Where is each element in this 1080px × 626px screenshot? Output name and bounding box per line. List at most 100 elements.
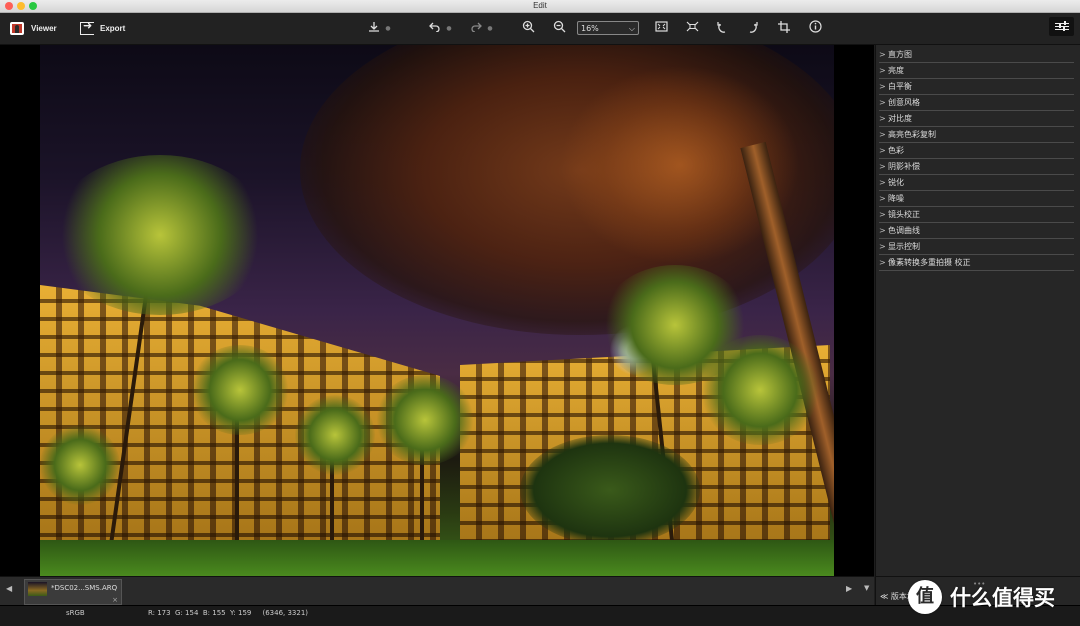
photo-preview[interactable] — [40, 45, 834, 576]
chevron-right-icon: > — [879, 114, 886, 123]
export-icon — [80, 19, 94, 35]
panel-section-label: 显示控制 — [888, 242, 920, 251]
panel-section-display-control[interactable]: > 显示控制 — [879, 239, 1074, 255]
chevron-right-icon: > — [879, 66, 886, 75]
panel-section-label: 亮度 — [888, 66, 904, 75]
watermark-logo-icon — [908, 580, 942, 614]
watermark: 什么值得买 — [908, 580, 1055, 614]
chevron-right-icon: > — [879, 98, 886, 107]
redo-button[interactable]: ● — [466, 13, 494, 44]
panel-section-highlight-color[interactable]: > 高亮色彩复制 — [879, 127, 1074, 143]
palm-fronds — [50, 155, 270, 315]
palm-fronds — [295, 395, 375, 475]
fit-screen-button[interactable] — [651, 13, 671, 44]
info-icon — [805, 20, 825, 37]
garden-bushes — [520, 435, 700, 545]
fit-screen-icon — [651, 21, 671, 36]
panel-section-pixel-shift[interactable]: > 像素转换多重拍摄 校正 — [879, 255, 1074, 271]
panel-section-contrast[interactable]: > 对比度 — [879, 111, 1074, 127]
panel-section-sharpness[interactable]: > 锐化 — [879, 175, 1074, 191]
chevron-right-icon: > — [879, 178, 886, 187]
info-button[interactable] — [805, 13, 825, 44]
actual-size-button[interactable] — [682, 13, 702, 44]
chevron-right-icon: > — [879, 130, 886, 139]
panel-section-label: 创意风格 — [888, 98, 920, 107]
palm-fronds — [40, 425, 120, 505]
panel-section-label: 镜头校正 — [888, 210, 920, 219]
palm-fronds — [375, 375, 475, 465]
rotate-right-button[interactable] — [743, 13, 763, 44]
chevron-right-icon: > — [879, 82, 886, 91]
viewer-app-icon — [10, 22, 24, 35]
rotate-left-icon — [712, 21, 732, 37]
panel-section-label: 色调曲线 — [888, 226, 920, 235]
thumbnail-image — [28, 582, 47, 596]
filmstrip-prev-icon[interactable]: ◀ — [6, 584, 12, 593]
panel-section-label: 像素转换多重拍摄 校正 — [888, 258, 971, 267]
panel-section-color[interactable]: > 色彩 — [879, 143, 1074, 159]
adjustments-panel-button[interactable] — [1049, 17, 1074, 36]
zoom-value: 16% — [581, 24, 599, 33]
chevron-right-icon: > — [879, 146, 886, 155]
zoom-out-button[interactable] — [549, 13, 569, 44]
chevron-right-icon: > — [879, 242, 886, 251]
panel-section-creative-style[interactable]: > 创意风格 — [879, 95, 1074, 111]
title-bar: Edit — [0, 0, 1080, 13]
zoom-out-icon — [549, 20, 569, 37]
filmstrip-next-icon[interactable]: ▶ — [846, 584, 852, 593]
chevron-right-icon: > — [879, 50, 886, 59]
chevron-right-icon: > — [879, 226, 886, 235]
undo-button[interactable]: ● — [425, 13, 453, 44]
lawn — [40, 540, 834, 576]
panel-section-label: 白平衡 — [888, 82, 912, 91]
panel-section-label: 降噪 — [888, 194, 904, 203]
actual-size-icon — [682, 21, 702, 36]
viewer-label: Viewer — [31, 24, 57, 33]
filmstrip: ◀ *DSC02...SMS.ARQ × ▶ ▼ — [0, 576, 874, 605]
zoom-in-icon — [518, 20, 538, 37]
close-icon[interactable]: × — [112, 596, 118, 604]
save-dropdown-icon[interactable]: ● — [384, 25, 392, 32]
zoom-select[interactable]: 16% ⌵ — [577, 21, 639, 35]
panel-section-lens-correction[interactable]: > 镜头校正 — [879, 207, 1074, 223]
filmstrip-thumbnail[interactable]: *DSC02...SMS.ARQ × — [24, 579, 122, 605]
crop-button[interactable] — [774, 13, 794, 44]
export-button[interactable]: Export — [80, 13, 125, 44]
panel-section-label: 对比度 — [888, 114, 912, 123]
panel-section-label: 锐化 — [888, 178, 904, 187]
save-button[interactable]: ● — [364, 13, 392, 44]
chevron-down-icon: ⌵ — [628, 24, 635, 33]
chevron-right-icon: > — [879, 162, 886, 171]
thumbnail-file-name: *DSC02...SMS.ARQ — [51, 584, 118, 592]
export-label: Export — [100, 24, 126, 33]
panel-section-white-balance[interactable]: > 白平衡 — [879, 79, 1074, 95]
pixel-info-readout: R: 173 G: 154 B: 155 Y: 159 (6346, 3321) — [148, 609, 309, 617]
redo-dropdown-icon[interactable]: ● — [486, 25, 494, 32]
undo-icon — [425, 21, 445, 36]
adjustments-panel: > 直方图 > 亮度 > 白平衡 > 创意风格 > 对比度 > 高亮色彩复制 > 色彩 > 阴影… — [875, 45, 1080, 576]
rotate-right-icon — [743, 21, 763, 37]
viewer-button[interactable]: Viewer — [10, 13, 57, 44]
undo-dropdown-icon[interactable]: ● — [445, 25, 453, 32]
zoom-in-button[interactable] — [518, 13, 538, 44]
sliders-icon — [1050, 17, 1074, 36]
palm-fronds — [190, 345, 290, 435]
watermark-text: 什么值得买 — [950, 586, 1055, 610]
panel-section-noise-reduction[interactable]: > 降噪 — [879, 191, 1074, 207]
panel-section-label: 直方图 — [888, 50, 912, 59]
filmstrip-menu-icon[interactable]: ▼ — [864, 584, 869, 592]
panel-section-label: 阴影补偿 — [888, 162, 920, 171]
rotate-left-button[interactable] — [712, 13, 732, 44]
crop-icon — [774, 20, 794, 37]
color-space-label: sRGB — [66, 609, 85, 617]
panel-section-shadow[interactable]: > 阴影补偿 — [879, 159, 1074, 175]
panel-section-brightness[interactable]: > 亮度 — [879, 63, 1074, 79]
window-title: Edit — [533, 1, 547, 10]
chevron-right-icon: > — [879, 210, 886, 219]
panel-section-label: 高亮色彩复制 — [888, 130, 936, 139]
image-viewport[interactable] — [0, 45, 874, 576]
panel-section-histogram[interactable]: > 直方图 — [879, 47, 1074, 63]
toolbar: Viewer Export ● ● ● 16% ⌵ — [0, 13, 1080, 45]
chevron-right-icon: > — [879, 194, 886, 203]
panel-section-tone-curve[interactable]: > 色调曲线 — [879, 223, 1074, 239]
